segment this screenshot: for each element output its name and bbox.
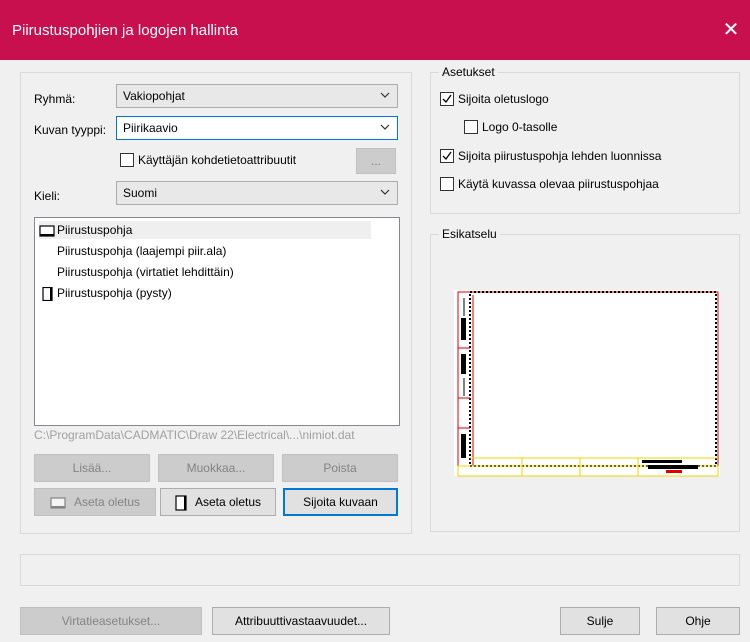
circuit-settings-button[interactable]: Virtatieasetukset... (20, 607, 202, 635)
template-preview-image (454, 290, 720, 477)
chevron-down-icon (380, 92, 390, 98)
set-default-landscape-button[interactable]: Aseta oletus (34, 488, 156, 516)
checkbox-box (464, 120, 478, 134)
portrait-page-icon (42, 286, 53, 301)
user-attributes-browse-button[interactable]: ... (356, 148, 396, 174)
dialog-body: Ryhmä: Vakiopohjat Kuvan tyyppi: Piirika… (0, 60, 750, 642)
portrait-page-icon (175, 495, 187, 511)
window-title: Piirustuspohjien ja logojen hallinta (12, 22, 238, 39)
chevron-down-icon (380, 189, 390, 195)
list-item[interactable]: Piirustuspohja (virtatiet lehdittäin) (57, 263, 234, 281)
checkmark-icon (442, 94, 452, 104)
group-select[interactable]: Vakiopohjat (116, 84, 398, 108)
settings-legend: Asetukset (439, 65, 498, 79)
set-default-portrait-label: Aseta oletus (194, 495, 262, 509)
list-item[interactable]: Piirustuspohja (laajempi piir.ala) (57, 242, 226, 260)
place-default-logo-checkbox[interactable]: Sijoita oletuslogo (440, 91, 640, 109)
preview-legend: Esikatselu (439, 227, 500, 241)
attribute-mapping-button[interactable]: Attribuuttivastaavuudet... (212, 607, 390, 635)
close-button[interactable]: Sulje (560, 607, 640, 635)
image-type-label: Kuvan tyyppi: (34, 123, 107, 137)
checkbox-box (440, 177, 454, 191)
list-item-label: Piirustuspohja (virtatiet lehdittäin) (57, 265, 234, 279)
add-button[interactable]: Lisää... (34, 454, 150, 482)
logo-level0-label: Logo 0-tasolle (482, 120, 558, 134)
place-template-on-sheet-label: Sijoita piirustuspohja lehden luonnissa (458, 149, 662, 163)
user-attributes-label: Käyttäjän kohdetietoattribuutit (138, 153, 297, 167)
group-label: Ryhmä: (34, 92, 76, 106)
status-bar (20, 554, 740, 586)
landscape-page-icon (50, 497, 66, 509)
help-button[interactable]: Ohje (656, 607, 740, 635)
list-item-label: Piirustuspohja (pysty) (57, 286, 172, 300)
use-template-in-drawing-label: Käytä kuvassa olevaa piirustuspohjaa (458, 177, 659, 191)
title-bar: Piirustuspohjien ja logojen hallinta ✕ (0, 0, 750, 60)
edit-button[interactable]: Muokkaa... (158, 454, 274, 482)
set-default-portrait-button[interactable]: Aseta oletus (160, 488, 276, 516)
template-file-path: C:\ProgramData\CADMATIC\Draw 22\Electric… (34, 428, 355, 442)
logo-level0-checkbox[interactable]: Logo 0-tasolle (464, 119, 594, 137)
landscape-page-icon (39, 225, 55, 237)
place-in-drawing-button[interactable]: Sijoita kuvaan (283, 488, 398, 516)
place-template-on-sheet-checkbox[interactable]: Sijoita piirustuspohja lehden luonnissa (440, 148, 730, 166)
image-type-select[interactable]: Piirikaavio (116, 116, 398, 140)
language-select[interactable]: Suomi (116, 181, 398, 205)
image-type-select-value: Piirikaavio (123, 121, 178, 135)
list-item-label: Piirustuspohja (57, 223, 133, 237)
language-select-value: Suomi (123, 186, 158, 200)
list-item-label: Piirustuspohja (laajempi piir.ala) (57, 244, 227, 258)
chevron-down-icon (380, 124, 390, 130)
group-select-value: Vakiopohjat (123, 89, 185, 103)
checkbox-box (120, 153, 134, 167)
list-item[interactable]: Piirustuspohja (39, 221, 371, 239)
checkmark-icon (442, 151, 452, 161)
close-icon[interactable]: ✕ (718, 16, 744, 44)
set-default-landscape-label: Aseta oletus (73, 495, 141, 509)
user-attributes-checkbox[interactable]: Käyttäjän kohdetietoattribuutit (120, 152, 350, 170)
list-item[interactable]: Piirustuspohja (pysty) (39, 284, 172, 302)
checkbox-box (440, 149, 454, 163)
language-label: Kieli: (34, 189, 61, 203)
use-template-in-drawing-checkbox[interactable]: Käytä kuvassa olevaa piirustuspohjaa (440, 176, 730, 194)
checkbox-box (440, 92, 454, 106)
delete-button[interactable]: Poista (282, 454, 398, 482)
template-list[interactable]: Piirustuspohja Piirustuspohja (laajempi … (34, 217, 400, 426)
place-default-logo-label: Sijoita oletuslogo (458, 92, 549, 106)
